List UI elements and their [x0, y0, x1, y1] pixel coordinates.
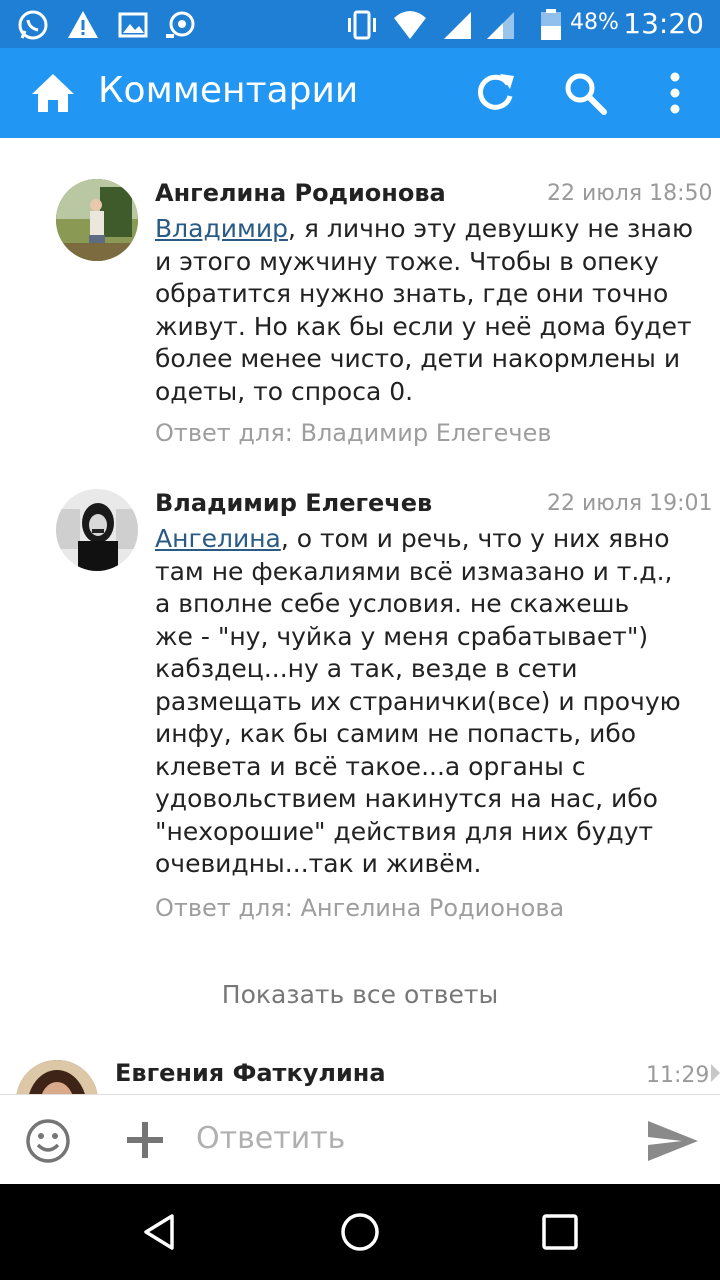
scroll-indicator-icon [711, 1064, 720, 1082]
signal-icon [444, 12, 471, 39]
comment-line: Ангелина, о том и речь, что у них явно [155, 524, 670, 553]
comment-text: Владимир, я лично эту девушку не знаю и … [155, 213, 693, 408]
home-nav-icon[interactable] [339, 1211, 381, 1253]
comment-date: 22 июля 18:50 [547, 181, 713, 206]
home-icon[interactable] [28, 68, 78, 118]
battery-icon [541, 9, 561, 40]
comment-line: и этого мужчину тоже. Чтобы в опеку [155, 246, 659, 276]
system-nav-bar [0, 1184, 720, 1280]
status-bar: 48% 13:20 [0, 0, 720, 48]
add-attachment-icon[interactable] [124, 1119, 166, 1161]
comment-line: более менее чисто, дети накормлены и [155, 344, 681, 373]
comment-line: инфу, как бы самим не попасть, ибо [155, 719, 637, 748]
refresh-icon[interactable] [470, 68, 520, 118]
comment-author[interactable]: Ангелина Родионова [155, 179, 446, 207]
comment-line: удовольствием накинутся на нас, ибо [155, 784, 658, 813]
comment-line: живут. Но как бы если у неё дома будет [155, 311, 692, 341]
avatar[interactable] [56, 179, 138, 261]
comment-line: размещать их странички(все) и прочую [155, 686, 681, 716]
whatsapp-icon [18, 10, 48, 40]
comment-line: "нехорошие" действия для них будут [155, 816, 654, 846]
send-icon[interactable] [644, 1113, 700, 1169]
avatar-photo [56, 179, 138, 261]
comment-line: а вполне себе условия. не скажешь [155, 589, 630, 618]
page-title: Комментарии [98, 70, 359, 111]
show-all-replies-button[interactable]: Показать все ответы [0, 980, 720, 1009]
back-icon[interactable] [140, 1212, 180, 1252]
camera-icon [166, 11, 195, 38]
comment-date: 22 июля 19:01 [547, 491, 713, 516]
recents-icon[interactable] [541, 1213, 579, 1251]
comments-list[interactable]: Ангелина Родионова 22 июля 18:50 Владими… [0, 138, 720, 1095]
comment-author[interactable]: Владимир Елегечев [155, 489, 432, 517]
search-icon[interactable] [560, 68, 610, 118]
comment-line: одеты, то спроса 0. [155, 376, 414, 406]
comment-text: Ангелина, о том и речь, что у них явно т… [155, 523, 681, 881]
comment-line: кабздец...ну а так, везде в сети [155, 654, 578, 683]
comment-date: 11:29 [646, 1063, 710, 1088]
vibrate-icon [348, 10, 376, 40]
reply-to-label[interactable]: Ответ для: Ангелина Родионова [155, 894, 564, 922]
comment-line: там не фекалиями всё измазано и т.д., [155, 556, 673, 586]
comment-line: обратится нужно знать, где они точно [155, 279, 669, 308]
comment-line: же - "ну, чуйка у меня срабатывает") [155, 621, 649, 651]
warning-icon [68, 11, 98, 38]
avatar[interactable] [56, 489, 138, 571]
battery-percent: 48% [570, 10, 619, 35]
reply-to-label[interactable]: Ответ для: Владимир Елегечев [155, 419, 551, 447]
reply-input[interactable]: Ответить [196, 1121, 345, 1156]
app-toolbar: Комментарии [0, 48, 720, 138]
signal-icon-2 [487, 12, 514, 39]
mention-link[interactable]: Владимир [155, 214, 288, 243]
comment-line: очевидны...так и живём. [155, 849, 482, 878]
comment-author[interactable]: Евгения Фаткулина [115, 1059, 386, 1087]
wifi-icon [394, 11, 426, 39]
avatar-photo [16, 1060, 98, 1095]
comment-line: Владимир, я лично эту девушку не знаю [155, 214, 694, 243]
avatar-photo [56, 489, 138, 571]
mention-link[interactable]: Ангелина [155, 524, 281, 553]
avatar[interactable] [16, 1060, 98, 1095]
comment-line: клевета и всё такое...а органы с [155, 751, 586, 781]
clock: 13:20 [623, 7, 704, 40]
compose-bar: Ответить [0, 1094, 720, 1185]
image-icon [118, 12, 148, 38]
emoji-icon[interactable] [24, 1117, 72, 1165]
more-vert-icon[interactable] [650, 68, 700, 118]
